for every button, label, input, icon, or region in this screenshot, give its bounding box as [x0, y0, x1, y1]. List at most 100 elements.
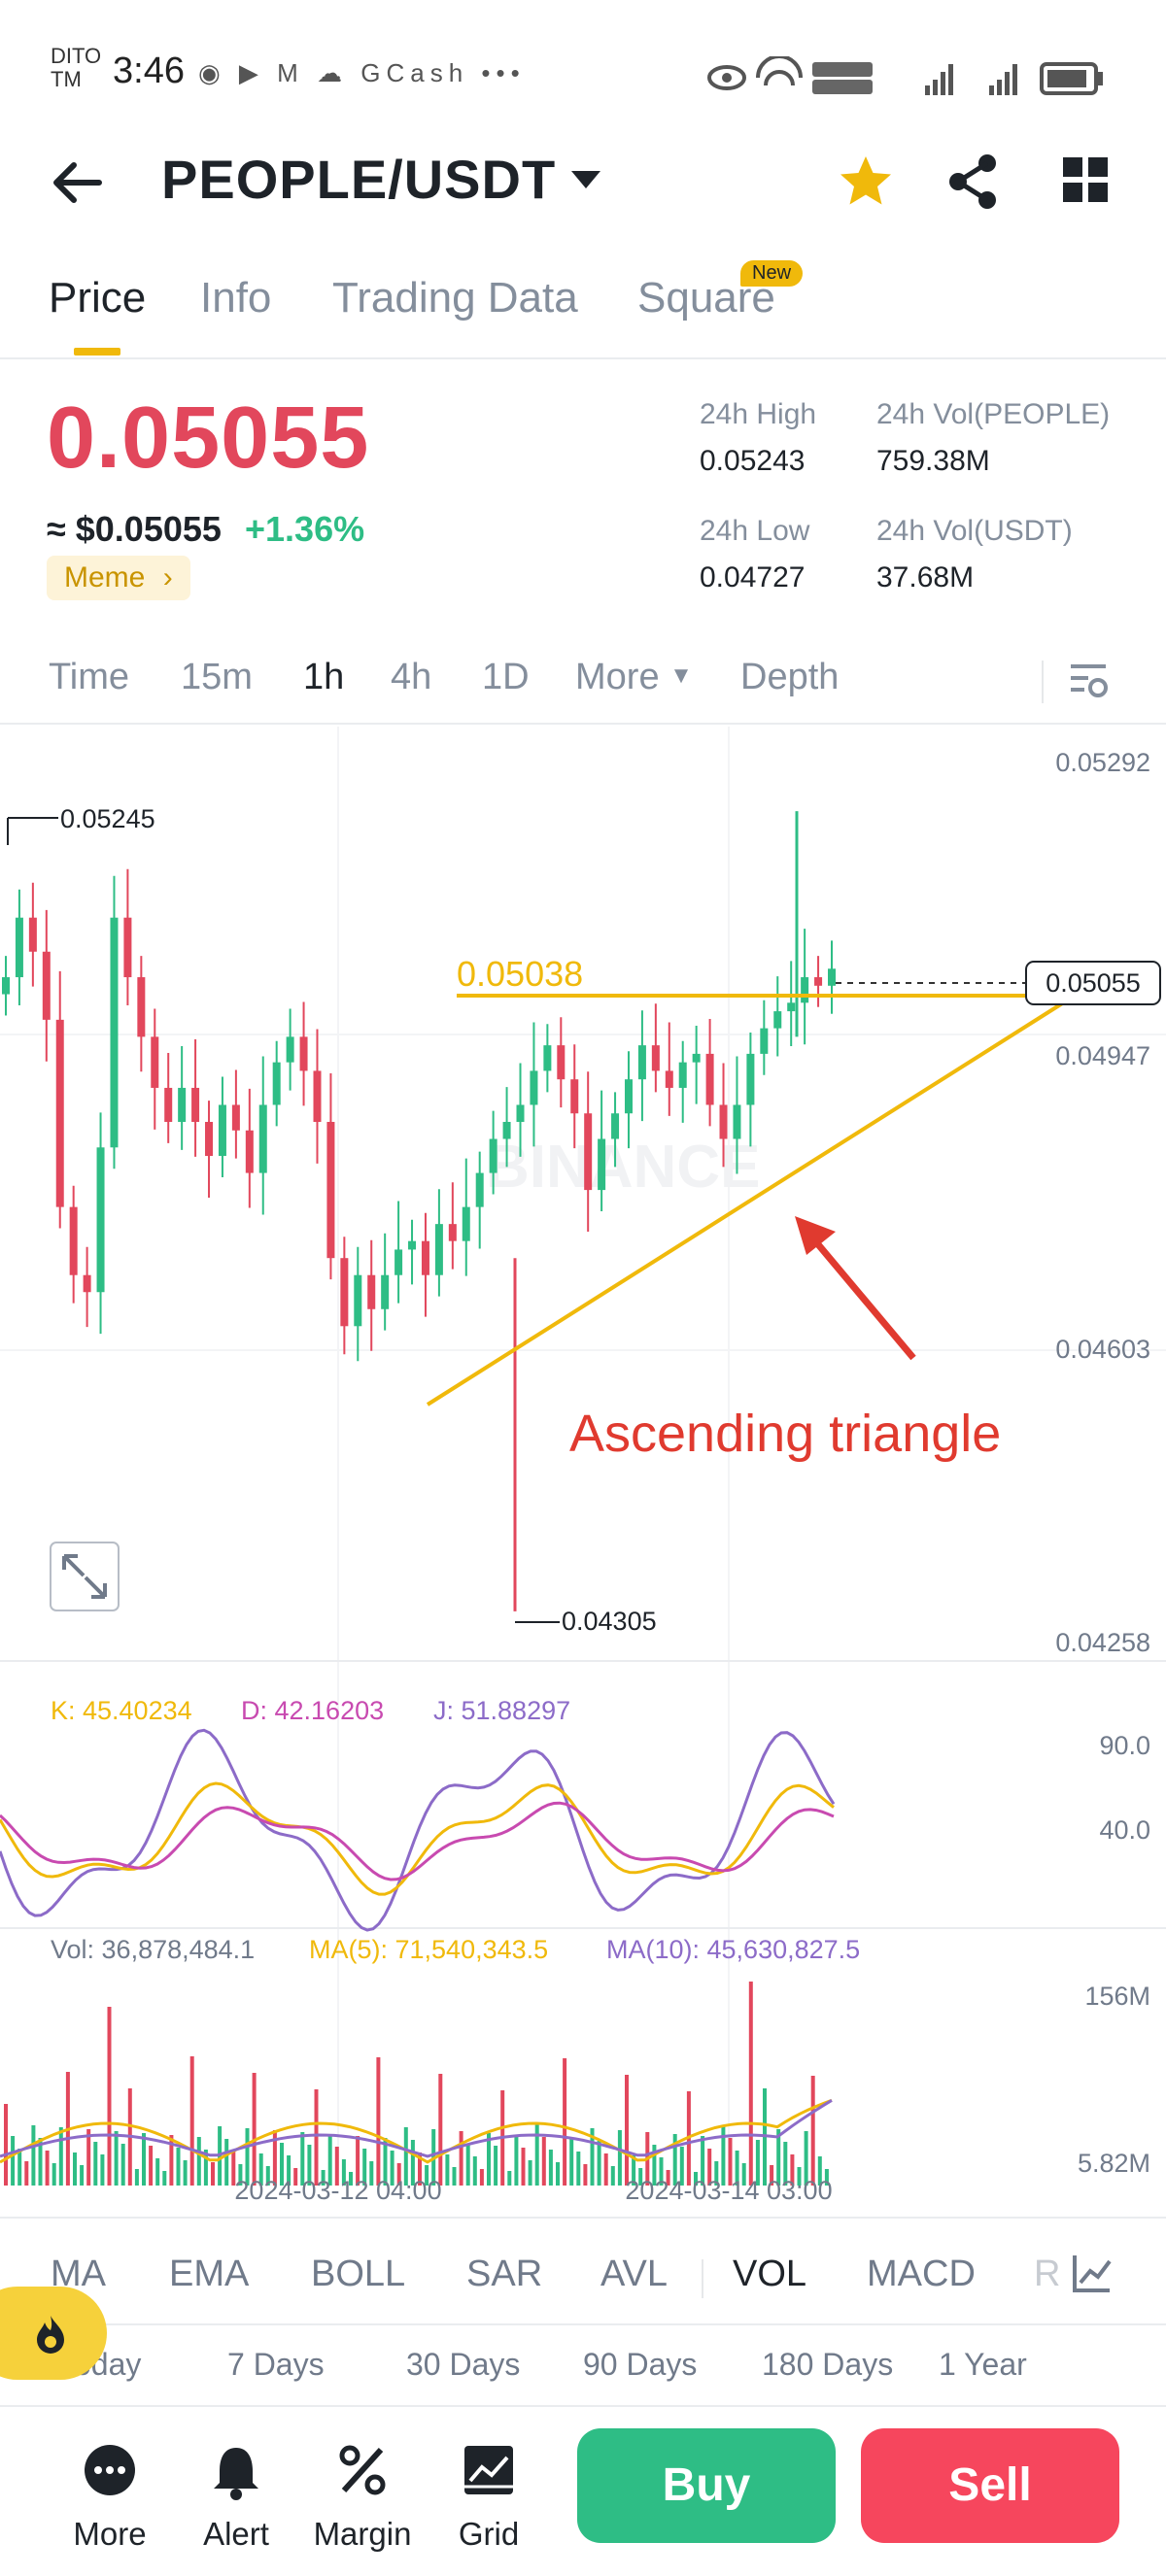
volume-bar	[617, 2130, 622, 2186]
nav-alert[interactable]: Alert	[192, 2444, 280, 2560]
stat-high-label: 24h High	[700, 398, 817, 430]
candle-body	[110, 917, 119, 1148]
volume-bar	[438, 2074, 443, 2186]
volume-bar	[445, 2154, 450, 2186]
indicator-ema[interactable]: EMA	[169, 2254, 249, 2295]
range-7-days[interactable]: 7 Days	[227, 2347, 325, 2383]
range-30-days[interactable]: 30 Days	[406, 2347, 520, 2383]
candle-body	[408, 1240, 417, 1250]
annotation-arrowhead	[795, 1216, 836, 1255]
candle-body	[678, 1062, 687, 1088]
nav-margin[interactable]: Margin	[314, 2444, 411, 2560]
indicator-separator	[702, 2259, 703, 2298]
range-90-days[interactable]: 90 Days	[583, 2347, 697, 2383]
candle-body	[624, 1079, 633, 1114]
volume-bar	[810, 2076, 815, 2186]
indicator-boll[interactable]: BOLL	[311, 2254, 405, 2295]
indicator-vol[interactable]: VOL	[733, 2254, 806, 2295]
kdj-j-line	[0, 1728, 836, 1932]
last-price: 0.05055	[47, 390, 370, 487]
fullscreen-button[interactable]	[50, 1542, 120, 1611]
price-chart[interactable]: BINANCE 0.05038 0.05245 0.04305 Ascendin…	[0, 727, 1166, 2203]
volume-bar	[472, 2156, 477, 2186]
interval-time[interactable]: Time	[49, 657, 129, 698]
flame-icon	[37, 2316, 64, 2354]
indicator-sar[interactable]: SAR	[466, 2254, 542, 2295]
volume-bar	[459, 2131, 463, 2186]
share-icon[interactable]	[946, 153, 999, 210]
candle-body	[326, 1121, 335, 1259]
chart-divider	[0, 2217, 1166, 2219]
candle-body	[448, 1224, 457, 1241]
interval-more[interactable]: More ▼	[575, 657, 693, 698]
volume-bar	[155, 2158, 160, 2186]
candle-body	[299, 1036, 308, 1071]
high-marker: 0.05245	[60, 804, 155, 833]
tab-trading-data[interactable]: Trading Data	[332, 274, 578, 322]
caret-down-small-icon: ▼	[669, 662, 693, 689]
interval-divider	[0, 723, 1166, 725]
volume-bar	[563, 2058, 567, 2186]
kdj-k-label: K: 45.40234	[51, 1696, 192, 1725]
candle-body	[637, 1045, 646, 1080]
volume-bar	[479, 2169, 484, 2186]
volume-bar	[86, 2129, 91, 2186]
volume-bar	[541, 2137, 546, 2186]
candle-body	[584, 1113, 593, 1191]
campaign-badge[interactable]	[0, 2287, 107, 2380]
volume-bar	[120, 2144, 125, 2186]
candle-body	[421, 1240, 429, 1275]
indicator-macd[interactable]: MACD	[867, 2254, 976, 2295]
volume-bar	[748, 1982, 753, 2186]
range-180-days[interactable]: 180 Days	[762, 2347, 893, 2383]
grid-icon[interactable]	[1063, 157, 1108, 202]
nav-grid[interactable]: Grid	[445, 2444, 532, 2560]
volume-bar	[314, 2089, 319, 2186]
candle-body	[218, 1104, 226, 1157]
volume-bar	[31, 2125, 36, 2186]
nav-more-label: More	[73, 2516, 147, 2552]
volume-bar	[528, 2160, 532, 2186]
indicator-settings-icon[interactable]	[1071, 2252, 1114, 2294]
indicator-avl[interactable]: AVL	[600, 2254, 668, 2295]
caret-down-icon[interactable]	[571, 171, 600, 188]
volume-bar	[514, 2135, 519, 2186]
candle-body	[489, 1138, 497, 1173]
interval-15m[interactable]: 15m	[181, 657, 253, 698]
candle-body	[69, 1206, 78, 1275]
interval-1h[interactable]: 1h	[303, 657, 344, 698]
nav-more[interactable]: More	[66, 2444, 154, 2560]
axis-label-3: 0.04603	[1055, 1335, 1150, 1364]
sell-button[interactable]: Sell	[861, 2428, 1119, 2543]
back-arrow-icon[interactable]	[51, 155, 105, 210]
volume-bar	[521, 2148, 526, 2186]
candle-body	[828, 968, 836, 986]
tab-price[interactable]: Price	[49, 274, 146, 322]
carrier-label: DITO TM	[51, 45, 101, 91]
buy-button[interactable]: Buy	[577, 2428, 836, 2543]
category-tag[interactable]: Meme ›	[47, 556, 190, 600]
volume-bar	[583, 2164, 588, 2186]
candle-body	[502, 1121, 511, 1139]
interval-4h[interactable]: 4h	[391, 657, 431, 698]
star-icon[interactable]	[838, 153, 894, 210]
watermark: BINANCE	[486, 1134, 760, 1201]
chart-settings-icon[interactable]	[1067, 659, 1110, 701]
pair-title[interactable]: PEOPLE/USDT	[161, 148, 556, 211]
active-tab-indicator	[74, 348, 120, 356]
annotation-label: Ascending triangle	[569, 1405, 1001, 1463]
range-1-year[interactable]: 1 Year	[939, 2347, 1027, 2383]
candle-body	[205, 1121, 214, 1157]
tab-info[interactable]: Info	[200, 274, 271, 322]
candle-body	[354, 1274, 362, 1327]
candle-body	[760, 1028, 769, 1054]
interval-1d[interactable]: 1D	[482, 657, 530, 698]
candle-body	[570, 1079, 579, 1114]
candle-body	[462, 1206, 470, 1241]
interval-depth[interactable]: Depth	[740, 657, 839, 698]
kdj-j-label: J: 51.88297	[433, 1696, 570, 1725]
vol-ma10-label: MA(10): 45,630,827.5	[606, 1935, 860, 1964]
nav-margin-label: Margin	[313, 2516, 412, 2552]
percent-icon	[339, 2445, 386, 2495]
indicator-r[interactable]: R	[1034, 2254, 1060, 2295]
